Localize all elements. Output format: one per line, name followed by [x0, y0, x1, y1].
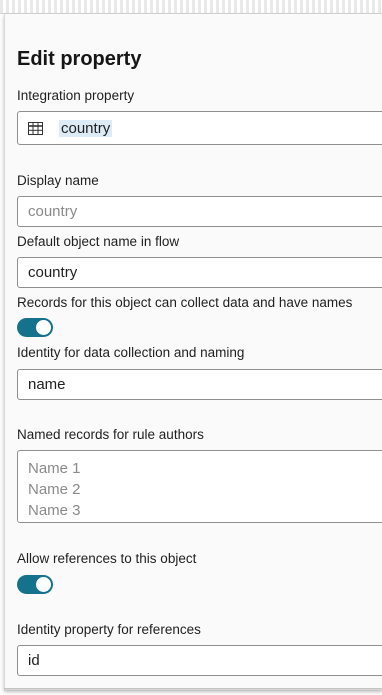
identity-references-label: Identity property for references: [17, 622, 201, 637]
display-name-label: Display name: [17, 173, 99, 188]
identity-collection-input[interactable]: name: [17, 369, 382, 400]
panel-bottom-shadow: [4, 688, 382, 692]
identity-collection-value: name: [28, 376, 66, 393]
named-records-placeholder-3: Name 3: [28, 502, 81, 519]
named-records-placeholder-2: Name 2: [28, 481, 81, 498]
torn-top-edge: [0, 0, 382, 14]
records-collect-label: Records for this object can collect data…: [17, 295, 353, 310]
identity-references-value: id: [28, 652, 40, 669]
default-object-name-input[interactable]: country: [17, 257, 382, 288]
table-icon: [28, 121, 43, 135]
toggle-knob: [36, 320, 51, 335]
integration-property-value: country: [59, 119, 113, 137]
named-records-textarea[interactable]: Name 1 Name 2 Name 3: [17, 450, 382, 523]
named-records-placeholder-1: Name 1: [28, 460, 81, 477]
default-object-name-value: country: [28, 264, 78, 281]
display-name-placeholder: country: [28, 203, 78, 220]
toggle-knob: [36, 577, 51, 592]
identity-collection-label: Identity for data collection and naming: [17, 345, 245, 360]
allow-references-label: Allow references to this object: [17, 551, 197, 566]
integration-property-field[interactable]: country: [17, 111, 382, 145]
named-records-label: Named records for rule authors: [17, 427, 204, 442]
allow-references-toggle[interactable]: [17, 575, 53, 594]
default-object-name-label: Default object name in flow: [17, 234, 180, 249]
integration-property-label: Integration property: [17, 88, 135, 103]
display-name-input[interactable]: country: [17, 196, 382, 227]
identity-references-input[interactable]: id: [17, 645, 382, 676]
records-collect-toggle[interactable]: [17, 318, 53, 337]
edit-property-panel: Edit property Integration property count…: [4, 14, 382, 690]
page-title: Edit property: [17, 48, 142, 70]
